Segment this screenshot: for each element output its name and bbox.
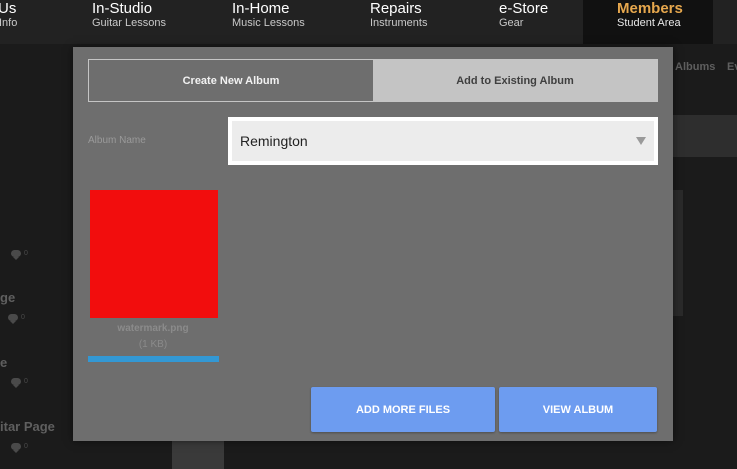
nav-title: Us bbox=[0, 0, 17, 17]
nav-item-e-store[interactable]: e-Store Gear bbox=[499, 0, 579, 44]
uploaded-image-thumbnail bbox=[90, 190, 218, 318]
nav-subtitle: Music Lessons bbox=[232, 17, 305, 29]
nav-item-repairs[interactable]: Repairs Instruments bbox=[370, 0, 480, 44]
nav-title: Repairs bbox=[370, 0, 422, 17]
comment-icon bbox=[11, 443, 21, 453]
background-link-events: Ev bbox=[727, 61, 737, 73]
nav-item-about[interactable]: Us Info bbox=[0, 0, 80, 44]
nav-subtitle: Student Area bbox=[617, 17, 681, 29]
nav-subtitle: Instruments bbox=[370, 17, 428, 29]
upload-progress-fill bbox=[88, 356, 219, 362]
nav-title: e-Store bbox=[499, 0, 549, 17]
comment-icon bbox=[8, 314, 18, 324]
nav-subtitle: Guitar Lessons bbox=[92, 17, 166, 29]
view-album-button[interactable]: VIEW ALBUM bbox=[499, 387, 657, 432]
album-name-label: Album Name bbox=[88, 135, 146, 146]
comment-icon bbox=[11, 250, 21, 260]
comment-count: 0 bbox=[24, 378, 28, 385]
album-mode-tabs: Create New Album Add to Existing Album bbox=[88, 59, 658, 102]
tab-create-new-album[interactable]: Create New Album bbox=[89, 60, 373, 101]
nav-item-in-studio[interactable]: In-Studio Guitar Lessons bbox=[92, 0, 212, 44]
nav-title: In-Home bbox=[232, 0, 290, 17]
comment-count: 0 bbox=[24, 250, 28, 257]
nav-subtitle: Info bbox=[0, 17, 18, 29]
background-image-panel bbox=[673, 190, 683, 316]
file-name: watermark.png bbox=[117, 323, 189, 334]
background-link-albums: Albums bbox=[675, 61, 716, 73]
nav-title: Members bbox=[617, 0, 683, 17]
comment-count: 0 bbox=[21, 314, 25, 321]
upload-progress-bar bbox=[88, 356, 219, 362]
album-name-select-inner: Remington bbox=[232, 121, 654, 161]
nav-subtitle: Gear bbox=[499, 17, 524, 29]
comment-count: 0 bbox=[24, 443, 28, 450]
comment-icon bbox=[11, 378, 21, 388]
background-thumbnail bbox=[172, 441, 224, 469]
album-name-value: Remington bbox=[240, 133, 308, 149]
nav-item-members[interactable]: Members Student Area bbox=[583, 0, 713, 44]
tab-add-to-existing-album[interactable]: Add to Existing Album bbox=[373, 60, 657, 101]
file-size: (1 KB) bbox=[138, 339, 168, 350]
background-label: ge bbox=[0, 290, 16, 305]
upload-modal: Create New Album Add to Existing Album A… bbox=[73, 47, 673, 441]
dropdown-arrow-icon bbox=[636, 137, 646, 145]
background-header-strip bbox=[673, 115, 737, 157]
album-name-select[interactable]: Remington bbox=[228, 117, 658, 165]
background-label: itar Page bbox=[0, 419, 55, 434]
top-navigation: Us Info In-Studio Guitar Lessons In-Home… bbox=[0, 0, 737, 44]
background-label: e bbox=[0, 355, 8, 370]
nav-item-in-home[interactable]: In-Home Music Lessons bbox=[232, 0, 352, 44]
add-more-files-button[interactable]: ADD MORE FILES bbox=[311, 387, 495, 432]
nav-title: In-Studio bbox=[92, 0, 153, 17]
